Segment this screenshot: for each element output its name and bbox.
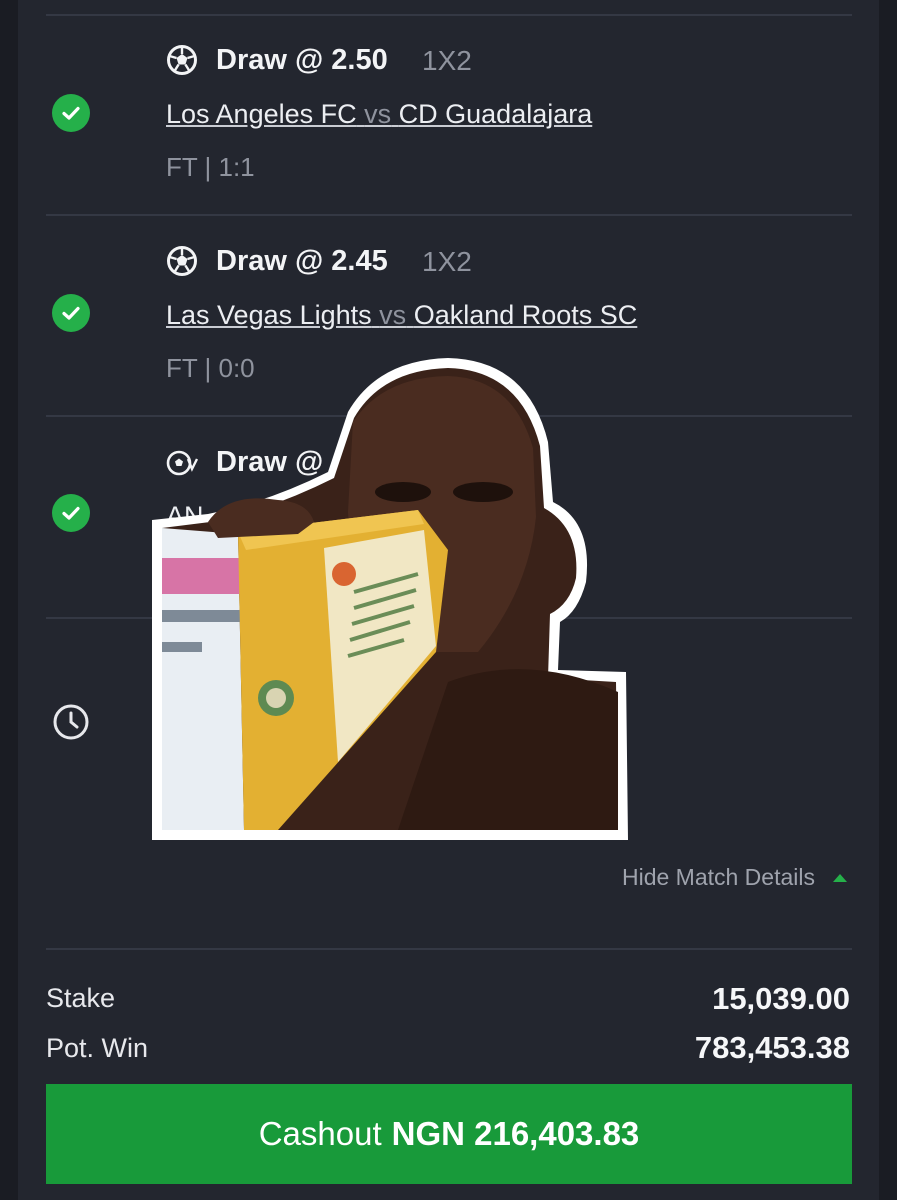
clock-icon <box>53 704 89 740</box>
cashout-button[interactable]: Cashout NGN 216,403.83 <box>46 1084 852 1184</box>
soccer-ball-icon <box>167 246 197 276</box>
pot-win-value: 783,453.38 <box>694 1030 850 1065</box>
check-circle-icon <box>52 294 90 332</box>
bet-market-type: 1X2 <box>422 246 472 277</box>
vs-label: vs <box>379 300 407 330</box>
check-circle-icon <box>52 94 90 132</box>
stake-value: 15,039.00 <box>712 981 850 1016</box>
bet-slip-panel: Draw @ 2.50 1X2 Los Angeles FC vs CD Gua… <box>0 0 897 1200</box>
cashout-amount: NGN 216,403.83 <box>391 1115 640 1152</box>
hide-match-details-toggle[interactable]: Hide Match Details <box>622 864 847 891</box>
caret-up-icon <box>833 873 847 882</box>
sticker-image <box>152 358 628 840</box>
cashout-label: Cashout <box>258 1115 382 1152</box>
divider <box>46 948 852 950</box>
match-link[interactable]: Las Vegas Lights vs Oakland Roots SC <box>166 300 637 331</box>
hide-match-details-label: Hide Match Details <box>621 864 815 890</box>
away-team: Oakland Roots SC <box>413 300 638 330</box>
bet-item: Draw @ 2.50 1X2 Los Angeles FC vs CD Gua… <box>0 16 897 216</box>
home-team: Los Angeles FC <box>166 99 357 129</box>
home-team: Las Vegas Lights <box>166 300 372 330</box>
match-link[interactable]: Los Angeles FC vs CD Guadalajara <box>166 99 592 130</box>
bet-market: Draw @ 2.45 <box>216 245 388 277</box>
away-team: CD Guadalajara <box>398 99 593 129</box>
soccer-ball-icon <box>167 45 197 75</box>
stake-label: Stake <box>46 983 116 1013</box>
check-circle-icon <box>52 494 90 532</box>
bet-market-type: 1X2 <box>422 45 472 76</box>
match-result: FT | 1:1 <box>166 152 255 182</box>
bet-market: Draw @ 2.50 <box>216 44 388 76</box>
pot-win-label: Pot. Win <box>46 1033 149 1063</box>
vs-label: vs <box>364 99 392 129</box>
